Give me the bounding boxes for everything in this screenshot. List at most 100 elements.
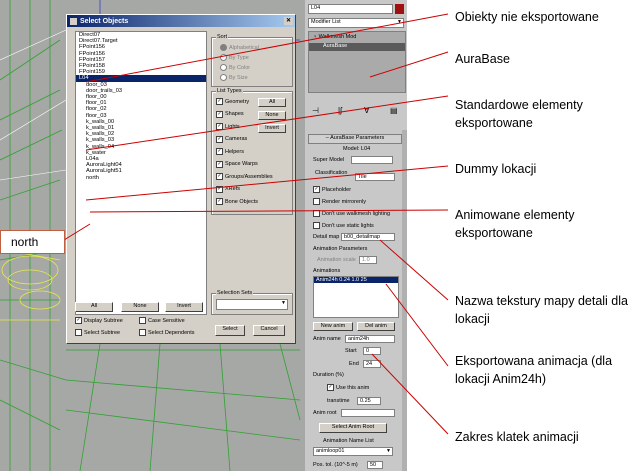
- start-label: Start: [345, 348, 357, 354]
- annotation-animated: Animowane elementy eksportowane: [455, 208, 575, 240]
- chevron-down-icon: ▼: [281, 300, 286, 306]
- annotation-not-exported: Obiekty nie eksportowane: [455, 10, 599, 24]
- sort-by-size[interactable]: By Size: [220, 74, 248, 81]
- modifier-stack[interactable]: ♀ Walkmesh Mod AuraBase: [308, 31, 406, 93]
- unique-icon[interactable]: ∀: [364, 106, 369, 115]
- annotation-dummy: Dummy lokacji: [455, 162, 537, 176]
- modifier-list-dropdown[interactable]: Modifier List ▼: [308, 18, 404, 28]
- anim-name-label: Anim name: [313, 336, 341, 342]
- select-button[interactable]: Select: [215, 325, 245, 336]
- invert-button[interactable]: Invert: [165, 302, 203, 312]
- configure-icon[interactable]: ▤: [390, 106, 398, 115]
- list-item[interactable]: north: [76, 175, 206, 181]
- checkbox[interactable]: ✓: [216, 98, 223, 105]
- selection-sets-group: Selection Sets ▼: [211, 290, 293, 315]
- select-subtree-checkbox[interactable]: Select Subtree: [75, 329, 120, 336]
- animation-entry[interactable]: Anim24h 0.24 1.0 25: [314, 277, 398, 283]
- display-subtree-checkbox[interactable]: ✓ Display Subtree: [75, 317, 123, 324]
- list-type-camerascheckbox[interactable]: ✓ Cameras: [216, 135, 248, 143]
- close-icon[interactable]: ✕: [284, 17, 293, 25]
- list-types-label: List Types: [216, 88, 243, 94]
- list-type-shapescheckbox[interactable]: ✓ Shapes: [216, 110, 244, 118]
- new-anim-button[interactable]: New anim: [313, 322, 353, 331]
- all-button[interactable]: All: [75, 302, 113, 312]
- super-model-label: Super Model: [313, 157, 345, 163]
- list-type-bone-objectscheckbox[interactable]: ✓ Bone Objects: [216, 198, 258, 205]
- checkbox[interactable]: ✓: [216, 135, 223, 143]
- transtime-field[interactable]: 0.25: [357, 397, 381, 405]
- sort-by-color[interactable]: By Color: [220, 64, 250, 71]
- list-type-groups-assembliescheckbox[interactable]: ✓ Groups/Assemblies: [216, 173, 273, 180]
- show-end-icon[interactable]: |ʃ: [338, 106, 342, 115]
- list-types-group: List Types ✓ Geometry ✓ Shapes ✓ Lights ✓ Camer…: [211, 88, 293, 215]
- checkbox[interactable]: ✓: [216, 160, 223, 168]
- anim-root-field[interactable]: [341, 409, 395, 417]
- list-type-geometrycheckbox[interactable]: ✓ Geometry: [216, 98, 249, 105]
- object-name-field[interactable]: L04: [308, 4, 393, 14]
- list-type-lightscheckbox[interactable]: ✓ Lights: [216, 123, 240, 130]
- chevron-down-icon: ▼: [386, 448, 391, 454]
- end-field[interactable]: 24: [363, 360, 381, 368]
- checkbox[interactable]: ✓: [216, 148, 223, 155]
- annotation-north: north: [0, 230, 65, 254]
- list-type-label: Bone Objects: [225, 198, 259, 205]
- sort-by-type[interactable]: By Type: [220, 54, 249, 61]
- select-anim-root-button[interactable]: Select Anim Root: [319, 423, 387, 433]
- animation-scale-field[interactable]: 1.0: [359, 256, 377, 264]
- rollout-header[interactable]: – AuraBase Parameters: [308, 134, 402, 144]
- list-types-none-button[interactable]: None: [258, 111, 286, 120]
- checkbox[interactable]: ✓: [216, 110, 223, 118]
- case-sensitive-checkbox[interactable]: Case Sensitive: [139, 317, 185, 324]
- command-panel-scrollbar[interactable]: [402, 130, 407, 471]
- detail-map-label: Detail map: [313, 234, 340, 240]
- use-this-anim-checkbox[interactable]: ✓ Use this anim: [327, 384, 369, 391]
- start-field[interactable]: 0: [363, 347, 381, 355]
- stack-item-aurabase[interactable]: AuraBase: [309, 43, 405, 51]
- list-types-all-button[interactable]: All: [258, 98, 286, 107]
- checkbox[interactable]: ✓: [216, 185, 223, 193]
- animation-name-dropdown[interactable]: animloop01 ▼: [313, 447, 393, 456]
- sort-alphabetical[interactable]: Alphabetical: [220, 44, 259, 51]
- select-dependents-checkbox[interactable]: Select Dependents: [139, 329, 194, 336]
- list-type-label: Lights: [225, 123, 240, 130]
- pos-tol-field[interactable]: 50: [367, 461, 383, 469]
- stack-item-walkmesh[interactable]: ♀ Walkmesh Mod: [313, 34, 356, 40]
- annotation-standard: Standardowe elementy eksportowane: [455, 98, 583, 130]
- animation-name-list-label: Animation Name List: [323, 438, 374, 444]
- list-type-space-warpscheckbox[interactable]: ✓ Space Warps: [216, 160, 258, 168]
- super-model-field[interactable]: [351, 156, 393, 164]
- del-anim-button[interactable]: Del anim: [357, 322, 395, 331]
- pin-icon[interactable]: ⊣: [312, 106, 319, 115]
- list-type-label: Geometry: [225, 98, 250, 105]
- object-list[interactable]: Direct07 Direct07.Target FPoint156 FPoint15…: [75, 31, 207, 315]
- cancel-button[interactable]: Cancel: [253, 325, 285, 336]
- list-type-label: Cameras: [225, 136, 248, 142]
- placeholder-checkbox[interactable]: ✓ Placeholder: [313, 186, 351, 193]
- animation-parameters-label: Animation Parameters: [313, 246, 368, 252]
- command-panel: L04 Modifier List ▼ ♀ Walkmesh Mod AuraB…: [305, 0, 407, 471]
- dialog-titlebar[interactable]: Select Objects ✕: [67, 15, 295, 27]
- anim-root-label: Anim root: [313, 410, 337, 416]
- stack-toolbar: ⊣ |ʃ ∀ ▤: [308, 104, 404, 118]
- list-types-invert-button[interactable]: Invert: [258, 124, 286, 133]
- render-mirror-checkbox[interactable]: Render mirrorenly: [313, 198, 366, 205]
- checkbox[interactable]: ✓: [216, 198, 223, 205]
- animations-list[interactable]: Anim24h 0.24 1.0 25: [313, 276, 399, 318]
- selection-sets-dropdown[interactable]: ▼: [216, 299, 288, 310]
- end-label: End: [349, 361, 359, 367]
- checkbox[interactable]: ✓: [216, 123, 223, 130]
- anim-name-field[interactable]: anim24h: [345, 335, 395, 343]
- checkbox[interactable]: ✓: [216, 173, 223, 180]
- list-type-label: Space Warps: [225, 161, 258, 167]
- list-type-label: XRefs: [225, 186, 240, 192]
- classification-dropdown[interactable]: Tile: [355, 173, 395, 181]
- dont-use-walkmesh-checkbox[interactable]: Don't use walkmesh lighting: [313, 210, 390, 217]
- none-button[interactable]: None: [121, 302, 159, 312]
- list-type-xrefscheckbox[interactable]: ✓ XRefs: [216, 185, 240, 193]
- dont-use-static-lights-checkbox[interactable]: Don't use static lights: [313, 222, 374, 229]
- list-type-label: Shapes: [225, 111, 244, 117]
- detail-map-field[interactable]: b00_detailmap: [341, 233, 395, 241]
- object-color-swatch[interactable]: [395, 4, 404, 14]
- list-type-label: Helpers: [225, 148, 244, 155]
- list-type-helperscheckbox[interactable]: ✓ Helpers: [216, 148, 244, 155]
